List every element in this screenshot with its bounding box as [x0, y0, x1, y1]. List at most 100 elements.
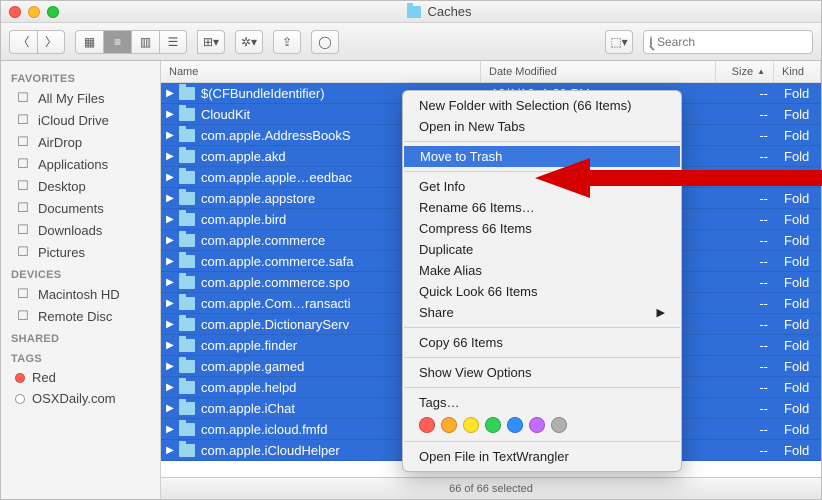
disclosure-icon[interactable]: ▶ [161, 298, 179, 309]
tag-color-yellow[interactable] [463, 417, 479, 433]
maximize-button[interactable] [47, 6, 59, 18]
sidebar-item[interactable]: OSXDaily.com [1, 388, 160, 409]
disclosure-icon[interactable]: ▶ [161, 403, 179, 414]
arrange-group: ⊞▾ [197, 30, 225, 54]
column-headers: Name Date Modified Size ▲ Kind [161, 61, 821, 83]
arrange-button[interactable]: ⊞▾ [197, 30, 225, 54]
menu-item[interactable]: Show View Options [403, 362, 681, 383]
sidebar-item[interactable]: ☐Applications [1, 153, 160, 175]
tag-color-orange[interactable] [441, 417, 457, 433]
pictures-icon: ☐ [15, 244, 31, 260]
file-size: -- [718, 401, 776, 416]
disclosure-icon[interactable]: ▶ [161, 88, 179, 99]
search-input[interactable] [657, 35, 812, 49]
sidebar-item[interactable]: ☐Remote Disc [1, 305, 160, 327]
tag-color-blue[interactable] [507, 417, 523, 433]
col-date[interactable]: Date Modified [481, 61, 716, 82]
disclosure-icon[interactable]: ▶ [161, 256, 179, 267]
forward-button[interactable]: 〉 [37, 30, 65, 54]
search-field[interactable] [643, 30, 813, 54]
submenu-arrow-icon: ▶ [657, 306, 665, 319]
disclosure-icon[interactable]: ▶ [161, 340, 179, 351]
menu-separator [404, 357, 680, 358]
menu-item[interactable]: Make Alias [403, 260, 681, 281]
disclosure-icon[interactable]: ▶ [161, 235, 179, 246]
disclosure-icon[interactable]: ▶ [161, 277, 179, 288]
back-button[interactable]: 〈 [9, 30, 37, 54]
file-size: -- [718, 170, 776, 185]
disclosure-icon[interactable]: ▶ [161, 382, 179, 393]
sidebar-item[interactable]: ☐Macintosh HD [1, 283, 160, 305]
menu-item[interactable]: New Folder with Selection (66 Items) [403, 95, 681, 116]
disclosure-icon[interactable]: ▶ [161, 109, 179, 120]
col-kind[interactable]: Kind [774, 61, 821, 82]
coverflow-view-button[interactable]: ☰ [159, 30, 187, 54]
menu-item[interactable]: Share▶ [403, 302, 681, 323]
apps-icon: ☐ [15, 156, 31, 172]
menu-item[interactable]: Copy 66 Items [403, 332, 681, 353]
menu-item[interactable]: Duplicate [403, 239, 681, 260]
column-view-button[interactable]: ▥ [131, 30, 159, 54]
menu-item[interactable]: Open File in TextWrangler [403, 446, 681, 467]
file-size: -- [718, 149, 776, 164]
col-name[interactable]: Name [161, 61, 481, 82]
sidebar-item[interactable]: ☐Documents [1, 197, 160, 219]
menu-item-label: Open in New Tabs [419, 119, 525, 134]
tags-button[interactable]: ◯ [311, 30, 339, 54]
minimize-button[interactable] [28, 6, 40, 18]
tag-color-green[interactable] [485, 417, 501, 433]
sidebar-item[interactable]: ☐iCloud Drive [1, 109, 160, 131]
disclosure-icon[interactable]: ▶ [161, 214, 179, 225]
file-size: -- [718, 233, 776, 248]
dropbox-button[interactable]: ⬚▾ [605, 30, 633, 54]
sidebar-item-label: Desktop [38, 179, 86, 194]
disclosure-icon[interactable]: ▶ [161, 361, 179, 372]
menu-item[interactable]: Tags… [403, 392, 681, 413]
menu-item[interactable]: Get Info [403, 176, 681, 197]
col-size[interactable]: Size ▲ [716, 61, 774, 82]
disclosure-icon[interactable]: ▶ [161, 193, 179, 204]
menu-item-label: Move to Trash [420, 149, 502, 164]
sidebar-heading: Favorites [1, 67, 160, 87]
file-size: -- [718, 338, 776, 353]
disclosure-icon[interactable]: ▶ [161, 172, 179, 183]
menu-item[interactable]: Compress 66 Items [403, 218, 681, 239]
tag-dot-icon [15, 373, 25, 383]
folder-icon [179, 108, 195, 121]
sidebar-item[interactable]: Red [1, 367, 160, 388]
disclosure-icon[interactable]: ▶ [161, 319, 179, 330]
menu-item-label: Get Info [419, 179, 465, 194]
close-button[interactable] [9, 6, 21, 18]
disclosure-icon[interactable]: ▶ [161, 445, 179, 456]
menu-item-label: Copy 66 Items [419, 335, 503, 350]
sidebar-item-label: OSXDaily.com [32, 391, 116, 406]
disc-icon: ☐ [15, 308, 31, 324]
sidebar-item[interactable]: ☐Desktop [1, 175, 160, 197]
menu-item[interactable]: Rename 66 Items… [403, 197, 681, 218]
disclosure-icon[interactable]: ▶ [161, 424, 179, 435]
menu-item[interactable]: Quick Look 66 Items [403, 281, 681, 302]
menu-item-label: Tags… [419, 395, 459, 410]
menu-item[interactable]: Move to Trash [404, 146, 680, 167]
tag-color-red[interactable] [419, 417, 435, 433]
sidebar-heading: Shared [1, 327, 160, 347]
disclosure-icon[interactable]: ▶ [161, 130, 179, 141]
tag-color-gray[interactable] [551, 417, 567, 433]
disclosure-icon[interactable]: ▶ [161, 151, 179, 162]
action-button[interactable]: ✲▾ [235, 30, 263, 54]
sidebar-item[interactable]: ☐Pictures [1, 241, 160, 263]
icon-view-button[interactable]: ▦ [75, 30, 103, 54]
folder-icon [179, 297, 195, 310]
sidebar-item[interactable]: ☐AirDrop [1, 131, 160, 153]
menu-item-label: Make Alias [419, 263, 482, 278]
sidebar-item[interactable]: ☐All My Files [1, 87, 160, 109]
sidebar-item[interactable]: ☐Downloads [1, 219, 160, 241]
folder-icon [179, 276, 195, 289]
list-view-button[interactable]: ≡ [103, 30, 131, 54]
documents-icon: ☐ [15, 200, 31, 216]
tag-color-purple[interactable] [529, 417, 545, 433]
share-button[interactable]: ⇪ [273, 30, 301, 54]
traffic-lights [9, 6, 59, 18]
menu-item[interactable]: Open in New Tabs [403, 116, 681, 137]
menu-separator [404, 441, 680, 442]
